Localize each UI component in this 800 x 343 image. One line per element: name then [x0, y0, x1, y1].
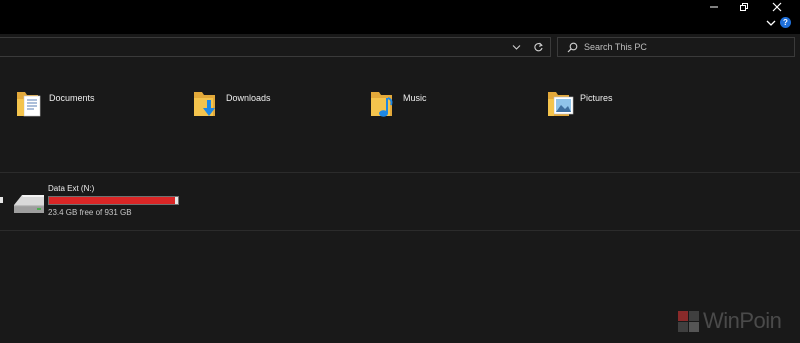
pictures-folder-icon — [548, 92, 574, 116]
address-bar[interactable] — [0, 37, 551, 57]
documents-folder-icon — [17, 92, 41, 117]
ribbon-expand-chevron-down-icon[interactable] — [766, 19, 776, 27]
minimize-icon — [710, 6, 718, 8]
drive-usage-fill — [49, 197, 175, 204]
drive-data-ext[interactable]: Data Ext (N:) 23.4 GB free of 931 GB — [0, 180, 300, 220]
winpoin-logo-icon — [678, 311, 699, 332]
folder-downloads[interactable]: Downloads — [193, 86, 363, 122]
help-button[interactable]: ? — [780, 17, 791, 28]
ribbon: ? — [0, 14, 800, 34]
drive-label: Data Ext (N:) — [48, 184, 95, 193]
watermark-text: WinPoin — [703, 308, 782, 333]
address-row — [0, 34, 800, 62]
drive-free-space: 23.4 GB free of 931 GB — [48, 208, 132, 217]
folder-label: Pictures — [580, 93, 613, 103]
search-icon — [567, 42, 578, 53]
section-divider — [0, 230, 800, 231]
section-divider — [0, 172, 800, 173]
refresh-icon[interactable] — [533, 42, 544, 53]
folder-label: Music — [403, 93, 427, 103]
hard-drive-icon — [14, 195, 44, 213]
close-icon — [772, 2, 782, 12]
folder-music[interactable]: Music — [370, 86, 540, 122]
address-dropdown-chevron-down-icon[interactable] — [512, 44, 521, 51]
music-folder-icon — [371, 92, 393, 117]
drive-selection-marker — [0, 197, 3, 203]
search-input[interactable] — [584, 40, 784, 54]
folder-label: Documents — [49, 93, 95, 103]
downloads-folder-icon — [194, 92, 215, 116]
close-button[interactable] — [757, 0, 797, 14]
search-box[interactable] — [557, 37, 795, 57]
drive-usage-bar — [48, 196, 179, 205]
folder-documents[interactable]: Documents — [16, 86, 186, 122]
restore-icon — [740, 3, 748, 11]
watermark: WinPoin — [675, 304, 800, 340]
folder-label: Downloads — [226, 93, 271, 103]
title-bar — [0, 0, 800, 14]
folder-pictures[interactable]: Pictures — [547, 86, 717, 122]
